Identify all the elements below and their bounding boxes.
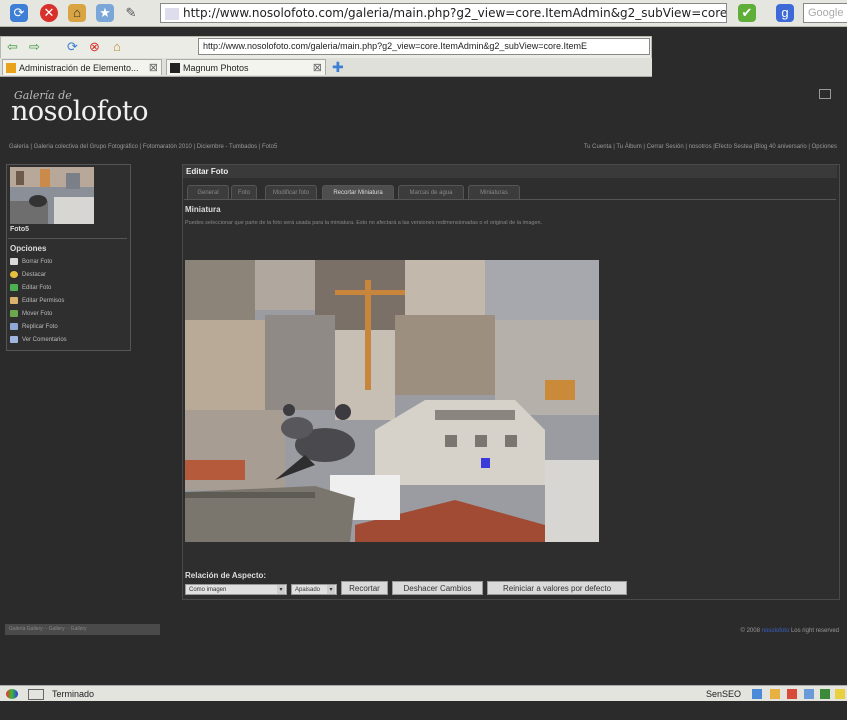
tab-miniaturas[interactable]: Miniaturas: [468, 185, 520, 200]
address-bar-url: http://www.nosolofoto.com/galeria/main.p…: [183, 6, 727, 20]
move-icon: [10, 310, 18, 317]
address-bar[interactable]: http://www.nosolofoto.com/galeria/main.p…: [160, 3, 727, 23]
copyright-text: © 2008: [740, 628, 760, 634]
tab-magnum[interactable]: Magnum Photos ⊠: [166, 59, 326, 75]
secondary-address-bar[interactable]: http://www.nosolofoto.com/galeria/main.p…: [198, 38, 650, 55]
tab-favicon-icon: [6, 63, 16, 73]
addon-icon[interactable]: [770, 689, 780, 699]
options-heading: Opciones: [10, 244, 47, 253]
orientation-select-value: Apaisado: [295, 587, 321, 593]
home-icon[interactable]: ⌂: [113, 39, 121, 54]
star-icon: [10, 271, 18, 278]
option-label: Editar Foto: [22, 285, 52, 292]
senseo-addon[interactable]: SenSEO: [706, 686, 741, 702]
tab-foto[interactable]: Foto: [231, 185, 257, 200]
option-permisos[interactable]: Editar Permisos: [10, 297, 64, 304]
undo-changes-button[interactable]: Deshacer Cambios: [392, 581, 483, 595]
back-icon[interactable]: ⇦: [7, 39, 18, 55]
tab-bar: Administración de Elemento... ⊠ Magnum P…: [0, 58, 652, 77]
edit-icon: [10, 284, 18, 291]
option-editar[interactable]: Editar Foto: [10, 284, 51, 291]
footer-link[interactable]: nosolofoto: [762, 628, 790, 634]
permissions-icon: [10, 297, 18, 304]
aspect-label: Relación de Aspecto:: [185, 571, 267, 580]
footer-badge[interactable]: Galería Gallery ·· Gallery ·· Gallery: [5, 624, 160, 635]
option-label: Mover Foto: [22, 311, 53, 318]
tools-icon[interactable]: ✎: [122, 4, 140, 22]
aspect-select-value: Como imagen: [189, 587, 227, 593]
tab-modificar[interactable]: Modificar foto: [265, 185, 317, 200]
forward-icon[interactable]: ⇨: [29, 39, 40, 55]
print-icon[interactable]: [819, 89, 831, 99]
section-description: Puedes seleccionar que parte de la foto …: [185, 220, 543, 226]
new-tab-icon[interactable]: ✚: [332, 59, 344, 75]
delete-icon: [10, 258, 18, 265]
user-nav[interactable]: Tu Cuenta | Tu Álbum | Cerrar Sesión | n…: [584, 144, 837, 150]
bottom-bar: [0, 701, 847, 720]
reset-defaults-button[interactable]: Reiniciar a valores por defecto: [487, 581, 627, 595]
search-engine-icon[interactable]: g: [776, 4, 794, 22]
reload-icon[interactable]: ⟳: [10, 4, 28, 22]
stop-icon[interactable]: ✕: [40, 4, 58, 22]
tab-label: Magnum Photos: [183, 63, 249, 73]
option-label: Destacar: [22, 272, 47, 279]
aspect-select[interactable]: Como imagen ▾: [185, 584, 287, 595]
option-label: Replicar Foto: [22, 324, 58, 331]
option-label: Ver Comentarios: [22, 337, 67, 344]
reload-icon[interactable]: ⟳: [67, 39, 78, 55]
thumbnail-label: Foto5: [10, 226, 30, 233]
option-comentarios[interactable]: Ver Comentarios: [10, 336, 67, 343]
copy-icon: [10, 323, 18, 330]
footer-copyright: © 2008 nosolofoto Los right reserved: [740, 628, 839, 634]
sidebar-divider: [8, 238, 127, 239]
option-label: Editar Permisos: [22, 298, 65, 305]
search-box[interactable]: Google: [803, 3, 847, 23]
copyright-suffix: Los right reserved: [790, 628, 839, 634]
crop-handle[interactable]: [481, 458, 490, 468]
site-icon: [165, 7, 179, 20]
tab-divider: [184, 199, 836, 200]
tab-recortar[interactable]: Recortar Miniatura: [322, 185, 394, 200]
photo-thumbnail[interactable]: [10, 167, 94, 224]
option-borrar[interactable]: Borrar Foto: [10, 258, 52, 265]
status-bar: Terminado SenSEO: [0, 685, 847, 702]
close-icon[interactable]: ⊠: [313, 60, 322, 75]
addon-icon[interactable]: [835, 689, 845, 699]
window-icon[interactable]: [28, 689, 44, 700]
tab-administracion[interactable]: Administración de Elemento... ⊠: [2, 59, 162, 75]
option-label: Borrar Foto: [22, 259, 53, 266]
addon-icon[interactable]: [804, 689, 814, 699]
stop-icon[interactable]: ⊗: [89, 39, 100, 55]
tab-label: Administración de Elemento...: [19, 63, 139, 73]
status-text: Terminado: [52, 689, 95, 699]
section-title: Miniatura: [185, 205, 221, 214]
crop-button[interactable]: Recortar: [341, 581, 388, 595]
bookmark-icon[interactable]: ★: [96, 4, 114, 22]
orientation-select[interactable]: Apaisado ▾: [291, 584, 337, 595]
color-wheel-icon[interactable]: [6, 689, 18, 699]
chevron-down-icon: ▾: [327, 585, 335, 594]
chevron-down-icon: ▾: [277, 585, 285, 594]
tab-general[interactable]: General: [187, 185, 229, 200]
addon-icon[interactable]: [787, 689, 797, 699]
addon-icon[interactable]: [752, 689, 762, 699]
site-logo[interactable]: nosolofoto: [11, 96, 149, 127]
addon-icon[interactable]: ✔: [738, 4, 756, 22]
option-mover[interactable]: Mover Foto: [10, 310, 52, 317]
secondary-address-url: http://www.nosolofoto.com/galeria/main.p…: [203, 41, 588, 51]
option-destacar[interactable]: Destacar: [10, 271, 46, 278]
close-icon[interactable]: ⊠: [149, 60, 158, 75]
option-replicar[interactable]: Replicar Foto: [10, 323, 58, 330]
breadcrumb[interactable]: Galería | Galería colectiva del Grupo Fo…: [9, 144, 277, 150]
home-icon[interactable]: ⌂: [68, 4, 86, 22]
crop-photo[interactable]: [185, 260, 599, 542]
tab-favicon-icon: [170, 63, 180, 73]
comments-icon: [10, 336, 18, 343]
editor-title: Editar Foto: [183, 165, 837, 178]
tab-marcas[interactable]: Marcas de agua: [398, 185, 464, 200]
addon-icon[interactable]: [820, 689, 830, 699]
